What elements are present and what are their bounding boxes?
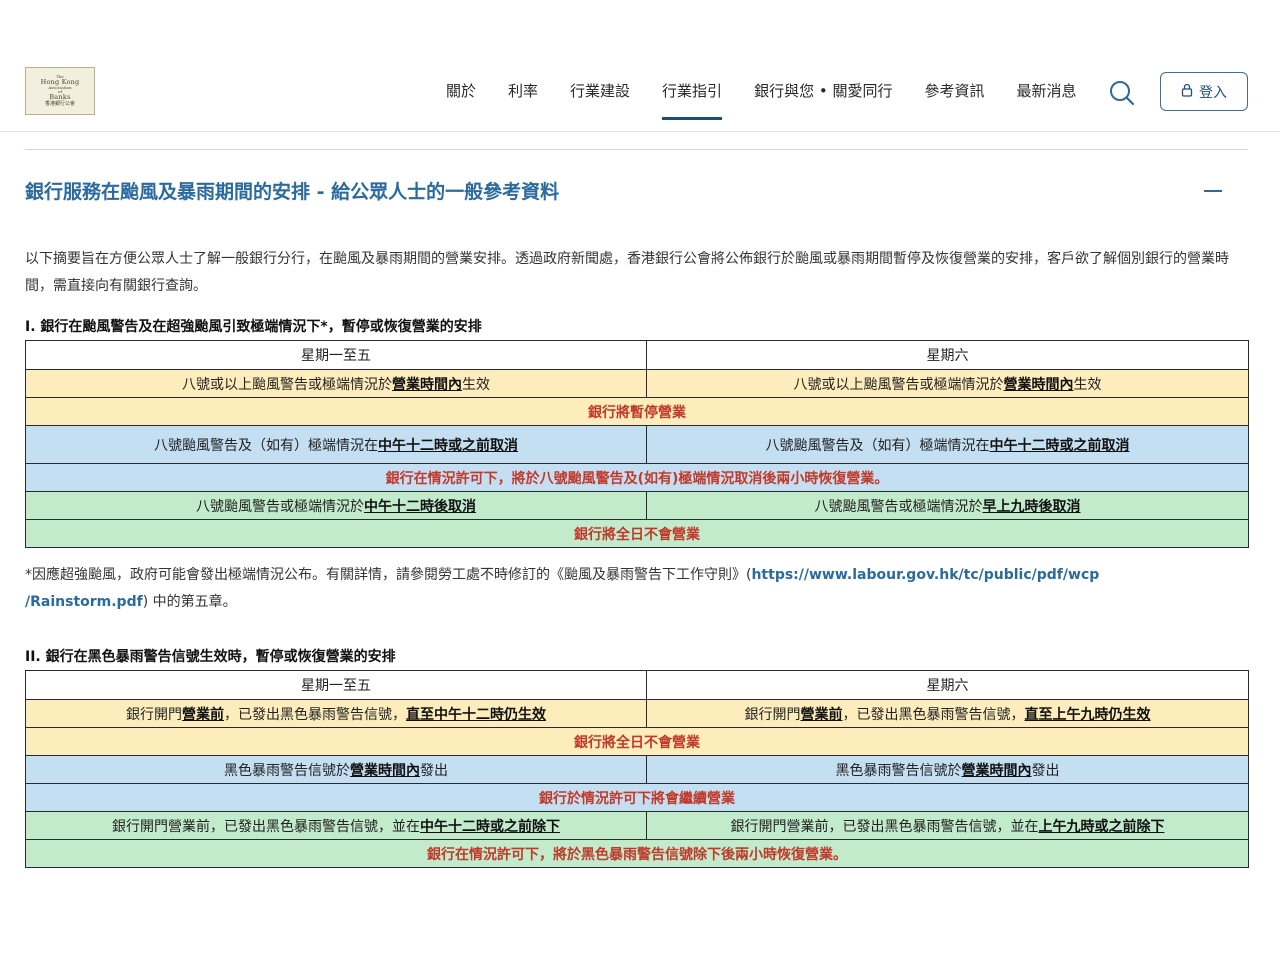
- hkab-logo[interactable]: The Hong Kong Association of Banks 香港銀行公…: [25, 67, 95, 115]
- cell-emphasis: 營業前: [182, 706, 224, 723]
- table-cell-merged: 銀行將全日不會營業: [25, 727, 1249, 756]
- table-row: 銀行將全日不會營業: [25, 519, 1249, 548]
- cell-text: ，已發出黑色暴雨警告信號，: [842, 706, 1025, 723]
- table-row: 銀行開門營業前，已發出黑色暴雨警告信號，並在中午十二時或之前除下 銀行開門營業前…: [25, 811, 1249, 840]
- cell-emphasis: 早上九時後取消: [982, 498, 1081, 515]
- footnote-text: ) 中的第五章。: [142, 594, 237, 610]
- table-cell: 八號或以上颱風警告或極端情況於營業時間內生效: [25, 369, 647, 398]
- cell-emphasis: 營業時間內: [961, 762, 1032, 779]
- nav-item-industry-development[interactable]: 行業建設: [554, 78, 646, 108]
- table-row: 銀行於情況許可下將會繼續營業: [25, 783, 1249, 812]
- cell-emphasis: 中午十二時或之前取消: [378, 437, 518, 454]
- cell-text: 銀行開門: [744, 706, 801, 723]
- typhoon-heading: I. 銀行在颱風警告及在超強颱風引致極端情況下*，暫停或恢復營業的安排: [25, 319, 482, 335]
- search-icon[interactable]: [1106, 77, 1138, 109]
- table-row: 八號或以上颱風警告或極端情況於營業時間內生效 八號或以上颱風警告或極端情況於營業…: [25, 369, 1249, 398]
- cell-text: 黑色暴雨警告信號於: [224, 762, 350, 779]
- table-cell: 八號颱風警告或極端情況於早上九時後取消: [646, 491, 1249, 520]
- cell-text: 八號颱風警告或極端情況於: [196, 498, 364, 515]
- logo-text: 香港銀行公會: [44, 100, 75, 107]
- typhoon-table: 星期一至五 星期六 八號或以上颱風警告或極端情況於營業時間內生效 八號或以上颱風…: [25, 340, 1249, 548]
- link-text: /Rainstorm.pdf: [25, 594, 143, 610]
- table-row: 銀行將全日不會營業: [25, 727, 1249, 756]
- table-row: 銀行在情況許可下，將於黑色暴雨警告信號除下後兩小時恢復營業。: [25, 839, 1249, 868]
- col-header-weekday: 星期一至五: [25, 340, 647, 370]
- lock-icon: [1181, 83, 1193, 101]
- logo-text: Banks: [49, 93, 71, 102]
- table-row: 黑色暴雨警告信號於營業時間內發出 黑色暴雨警告信號於營業時間內發出: [25, 755, 1249, 784]
- table-cell: 八號颱風警告及（如有）極端情況在中午十二時或之前取消: [25, 425, 647, 464]
- cell-text: ，已發出黑色暴雨警告信號，: [224, 706, 406, 723]
- cell-text: 八號或以上颱風警告或極端情況於: [182, 376, 392, 393]
- table-header-row: 星期一至五 星期六: [25, 340, 1249, 370]
- table-cell-merged: 銀行在情況許可下，將於黑色暴雨警告信號除下後兩小時恢復營業。: [25, 839, 1249, 868]
- cell-emphasis: 營業時間內: [1003, 376, 1074, 393]
- nav-item-interest-rates[interactable]: 利率: [492, 78, 554, 108]
- col-header-saturday: 星期六: [646, 670, 1249, 700]
- cell-text: 銀行開門: [126, 706, 182, 723]
- cell-emphasis: 上午九時或之前除下: [1038, 818, 1165, 835]
- rainstorm-table: 星期一至五 星期六 銀行開門營業前，已發出黑色暴雨警告信號，直至中午十二時仍生效…: [25, 670, 1249, 868]
- table-cell: 黑色暴雨警告信號於營業時間內發出: [25, 755, 647, 784]
- cell-text: 銀行開門營業前，已發出黑色暴雨警告信號，並在: [112, 818, 420, 835]
- cell-text: 銀行開門營業前，已發出黑色暴雨警告信號，並在: [730, 818, 1039, 835]
- table-row: 銀行在情況許可下，將於八號颱風警告及(如有)極端情況取消後兩小時恢復營業。: [25, 463, 1249, 492]
- table-cell: 銀行開門營業前，已發出黑色暴雨警告信號，直至上午九時仍生效: [646, 699, 1249, 728]
- cell-emphasis: 營業前: [800, 706, 843, 723]
- link-text: https://www.labour.gov.hk/tc/public/pdf/…: [751, 567, 1100, 583]
- cell-emphasis: 直至中午十二時仍生效: [406, 706, 546, 723]
- login-label: 登入: [1199, 84, 1227, 101]
- footnote: *因應超強颱風，政府可能會發出極端情況公布。有關詳情，請參閱勞工處不時修訂的《颱…: [25, 562, 1248, 616]
- table-cell: 銀行開門營業前，已發出黑色暴雨警告信號，並在中午十二時或之前除下: [25, 811, 647, 840]
- nav-item-news[interactable]: 最新消息: [1000, 78, 1092, 108]
- cell-emphasis: 中午十二時或之前除下: [420, 818, 560, 835]
- col-header-weekday: 星期一至五: [25, 670, 647, 700]
- main-nav: 關於 利率 行業建設 行業指引 銀行與您 • 關愛同行 參考資訊 最新消息: [430, 78, 1092, 120]
- footnote-text: *因應超強颱風，政府可能會發出極端情況公布。有關詳情，請參閱勞工處不時修訂的《颱…: [25, 567, 752, 583]
- login-button[interactable]: 登入: [1160, 72, 1248, 111]
- cell-text: 發出: [420, 762, 448, 779]
- cell-text: 八號颱風警告或極端情況於: [814, 498, 983, 515]
- table-row: 八號颱風警告或極端情況於中午十二時後取消 八號颱風警告或極端情況於早上九時後取消: [25, 491, 1249, 520]
- section-divider: [25, 149, 1248, 150]
- cell-text: 八號颱風警告及（如有）極端情況在: [154, 437, 378, 454]
- table-row: 銀行開門營業前，已發出黑色暴雨警告信號，直至中午十二時仍生效 銀行開門營業前，已…: [25, 699, 1249, 728]
- table-cell: 銀行開門營業前，已發出黑色暴雨警告信號，並在上午九時或之前除下: [646, 811, 1249, 840]
- table-header-row: 星期一至五 星期六: [25, 670, 1249, 700]
- table-row: 銀行將暫停營業: [25, 397, 1249, 426]
- table-cell: 八號颱風警告或極端情況於中午十二時後取消: [25, 491, 647, 520]
- collapse-icon[interactable]: [1201, 181, 1225, 201]
- cell-emphasis: 營業時間內: [350, 762, 420, 779]
- rainstorm-heading: II. 銀行在黑色暴雨警告信號生效時，暫停或恢復營業的安排: [25, 649, 396, 665]
- nav-item-reference[interactable]: 參考資訊: [908, 78, 1000, 108]
- table-cell: 八號或以上颱風警告或極端情況於營業時間內生效: [646, 369, 1249, 398]
- cell-text: 發出: [1031, 762, 1060, 779]
- cell-text: 黑色暴雨警告信號於: [835, 762, 962, 779]
- table-cell-merged: 銀行於情況許可下將會繼續營業: [25, 783, 1249, 812]
- table-cell-merged: 銀行將暫停營業: [25, 397, 1249, 426]
- cell-emphasis: 中午十二時後取消: [364, 498, 476, 515]
- nav-item-banks-and-you[interactable]: 銀行與您 • 關愛同行: [738, 78, 908, 108]
- cell-emphasis: 營業時間內: [392, 376, 462, 393]
- cell-emphasis: 中午十二時或之前取消: [989, 437, 1130, 454]
- table-cell: 銀行開門營業前，已發出黑色暴雨警告信號，直至中午十二時仍生效: [25, 699, 647, 728]
- intro-paragraph: 以下摘要旨在方便公眾人士了解一般銀行分行，在颱風及暴雨期間的營業安排。透過政府新…: [25, 251, 1229, 294]
- table-cell-merged: 銀行在情況許可下，將於八號颱風警告及(如有)極端情況取消後兩小時恢復營業。: [25, 463, 1249, 492]
- site-header: The Hong Kong Association of Banks 香港銀行公…: [0, 0, 1280, 132]
- nav-item-about[interactable]: 關於: [430, 78, 492, 108]
- cell-text: 生效: [462, 376, 490, 393]
- table-cell-merged: 銀行將全日不會營業: [25, 519, 1249, 548]
- section-title: 銀行服務在颱風及暴雨期間的安排 - 給公眾人士的一般參考資料: [25, 181, 560, 203]
- cell-text: 生效: [1073, 376, 1102, 393]
- col-header-saturday: 星期六: [646, 340, 1249, 370]
- cell-text: 八號或以上颱風警告或極端情況於: [793, 376, 1004, 393]
- table-row: 八號颱風警告及（如有）極端情況在中午十二時或之前取消 八號颱風警告及（如有）極端…: [25, 425, 1249, 464]
- table-cell: 黑色暴雨警告信號於營業時間內發出: [646, 755, 1249, 784]
- nav-item-industry-guidelines[interactable]: 行業指引: [646, 78, 738, 120]
- cell-text: 八號颱風警告及（如有）極端情況在: [765, 437, 990, 454]
- cell-emphasis: 直至上午九時仍生效: [1024, 706, 1151, 723]
- table-cell: 八號颱風警告及（如有）極端情況在中午十二時或之前取消: [646, 425, 1249, 464]
